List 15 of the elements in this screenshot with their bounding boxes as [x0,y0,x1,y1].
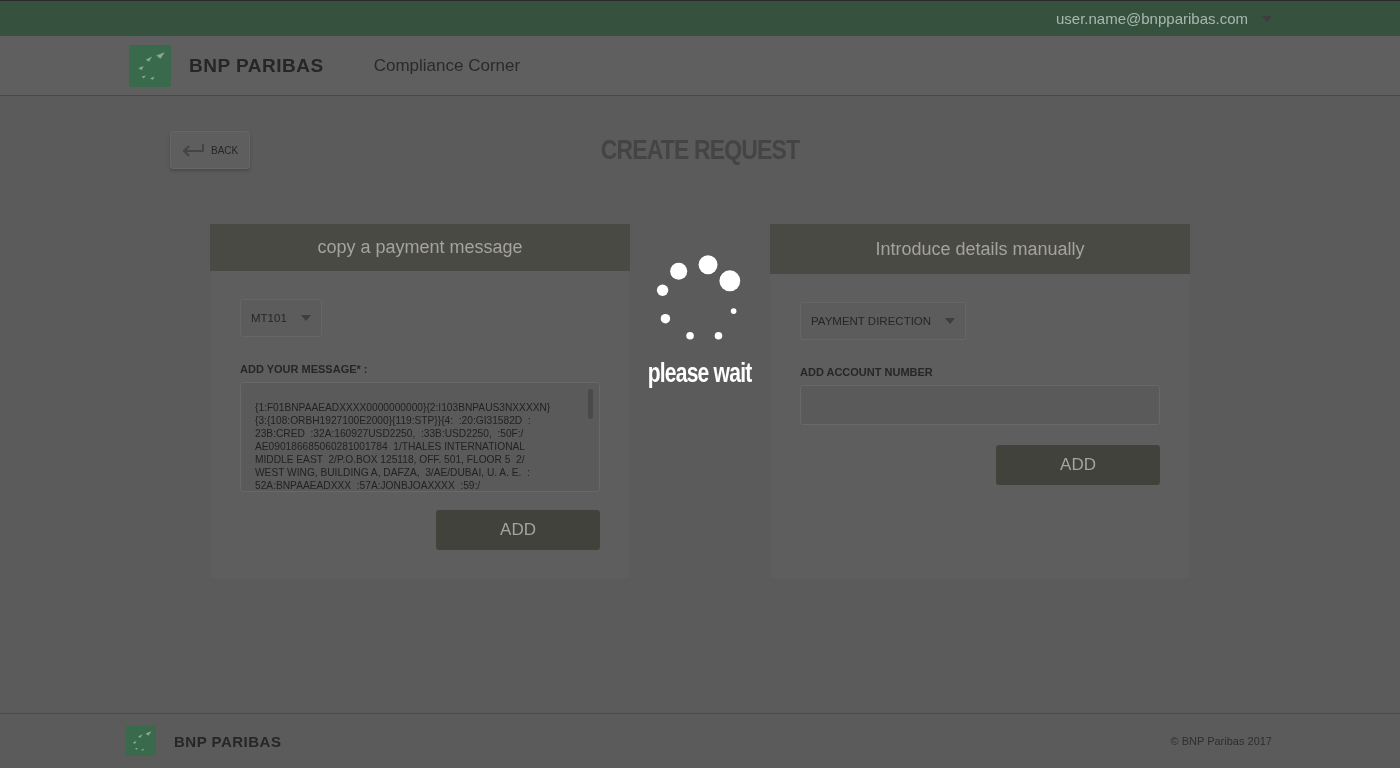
logo-icon [129,44,171,87]
return-arrow-icon [181,143,205,157]
user-email[interactable]: user.name@bnpparibas.com [1056,10,1248,27]
loading-text: please wait [648,358,752,389]
brand-name: BNP PARIBAS [189,54,324,77]
caret-icon [945,318,956,324]
caret-icon [300,315,311,321]
add-button[interactable]: ADD [996,445,1160,485]
panel-header: Introduce details manually [770,224,1190,274]
add-button[interactable]: ADD [436,510,600,550]
field-label: ADD YOUR MESSAGE* : [240,363,369,375]
back-button[interactable]: BACK [170,131,250,169]
field-label: ADD ACCOUNT NUMBER [800,366,934,378]
logo-icon [126,726,156,756]
panel-header: copy a payment message [210,224,630,271]
